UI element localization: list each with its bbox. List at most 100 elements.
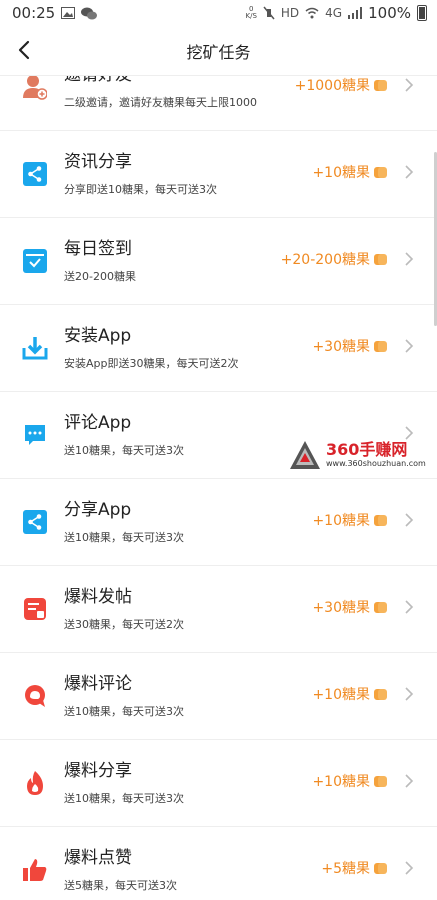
task-reward: +5糖果 (321, 858, 387, 878)
wifi-icon (305, 7, 319, 19)
candy-coin-icon (374, 688, 387, 701)
task-title: 爆料发帖 (64, 587, 132, 607)
task-title: 爆料点赞 (64, 848, 132, 868)
task-description: 送10糖果，每天可送3次 (64, 444, 184, 457)
task-reward: +30糖果 (312, 336, 387, 356)
lte-indicator: 4G (325, 6, 343, 20)
task-reward-amount: +1000糖果 (294, 78, 370, 94)
task-row-tipoff-share[interactable]: 爆料分享 送10糖果，每天可送3次 +10糖果 (0, 740, 437, 827)
watermark: 360手赚网 www.360shouzhuan.com (288, 437, 428, 473)
chevron-right-icon (405, 687, 414, 701)
task-description: 分享即送10糖果，每天可送3次 (64, 183, 217, 196)
wechat-notification-icon (81, 7, 98, 19)
task-row-tipoff-post[interactable]: 爆料发帖 送30糖果，每天可送2次 +30糖果 (0, 566, 437, 653)
task-reward: +10糖果 (312, 684, 387, 704)
task-description: 送5糖果，每天可送3次 (64, 879, 177, 892)
status-time: 00:25 (12, 4, 56, 22)
task-reward-amount: +10糖果 (312, 165, 370, 181)
battery-icon (417, 5, 427, 21)
task-reward-amount: +5糖果 (321, 861, 370, 877)
image-notification-icon (61, 7, 76, 19)
chevron-right-icon (405, 600, 414, 614)
candy-coin-icon (374, 775, 387, 788)
candy-coin-icon (374, 79, 387, 92)
watermark-logo (290, 441, 320, 469)
task-title: 爆料分享 (64, 761, 132, 781)
task-description: 送30糖果，每天可送2次 (64, 618, 184, 631)
watermark-text: 360手赚网 www.360shouzhuan.com (326, 441, 426, 469)
share-icon (22, 509, 48, 535)
comment-icon (22, 422, 48, 448)
comment-bubble-icon (22, 683, 48, 709)
battery-percentage: 100% (368, 4, 411, 22)
calendar-check-icon (22, 248, 48, 274)
task-reward-amount: +30糖果 (312, 600, 370, 616)
task-reward: +20-200糖果 (281, 249, 387, 269)
task-reward: +10糖果 (312, 510, 387, 530)
candy-coin-icon (374, 514, 387, 527)
task-reward: +10糖果 (312, 162, 387, 182)
task-row-invite-friends[interactable]: 邀请好友 二级邀请，邀请好友糖果每天上限1000 +1000糖果 (0, 76, 437, 131)
chevron-right-icon (405, 513, 414, 527)
task-row-news-share[interactable]: 资讯分享 分享即送10糖果，每天可送3次 +10糖果 (0, 131, 437, 218)
task-title: 邀请好友 (64, 76, 132, 85)
task-description: 送10糖果，每天可送3次 (64, 705, 184, 718)
task-row-tipoff-comment[interactable]: 爆料评论 送10糖果，每天可送3次 +10糖果 (0, 653, 437, 740)
candy-coin-icon (374, 166, 387, 179)
chevron-right-icon (405, 252, 414, 266)
watermark-site-name: 360手赚网 (326, 440, 408, 459)
signal-icon (348, 7, 363, 19)
chevron-right-icon (405, 339, 414, 353)
candy-coin-icon (374, 862, 387, 875)
fire-icon (22, 770, 48, 796)
task-reward-amount: +10糖果 (312, 774, 370, 790)
task-description: 送20-200糖果 (64, 270, 136, 283)
status-bar-left: 00:25 (12, 4, 98, 22)
page-title: 挖矿任务 (186, 42, 251, 62)
task-reward-amount: +10糖果 (312, 687, 370, 703)
candy-coin-icon (374, 340, 387, 353)
task-row-share-app[interactable]: 分享App 送10糖果，每天可送3次 +10糖果 (0, 479, 437, 566)
task-title: 每日签到 (64, 239, 132, 259)
chevron-right-icon (405, 774, 414, 788)
task-row-tipoff-like[interactable]: 爆料点赞 送5糖果，每天可送3次 +5糖果 (0, 827, 437, 900)
task-reward-amount: +10糖果 (312, 513, 370, 529)
task-row-daily-checkin[interactable]: 每日签到 送20-200糖果 +20-200糖果 (0, 218, 437, 305)
task-description: 送10糖果，每天可送3次 (64, 792, 184, 805)
navigation-bar: 挖矿任务 (0, 26, 437, 76)
post-icon (22, 596, 48, 622)
task-description: 送10糖果，每天可送3次 (64, 531, 184, 544)
mute-icon (263, 6, 275, 20)
task-title: 安装App (64, 326, 132, 346)
task-reward: +30糖果 (312, 597, 387, 617)
candy-coin-icon (374, 601, 387, 614)
status-bar: 00:25 0 K/S HD 4G 100% (0, 0, 437, 26)
share-icon (22, 161, 48, 187)
chevron-left-icon (18, 40, 30, 60)
task-reward-amount: +30糖果 (312, 339, 370, 355)
task-row-install-app[interactable]: 安装App 安装App即送30糖果，每天可送2次 +30糖果 (0, 305, 437, 392)
task-title: 爆料评论 (64, 674, 132, 694)
chevron-right-icon (405, 78, 414, 92)
chevron-right-icon (405, 861, 414, 875)
candy-coin-icon (374, 253, 387, 266)
task-description: 安装App即送30糖果，每天可送2次 (64, 357, 239, 370)
download-icon (22, 335, 48, 361)
status-bar-right: 0 K/S HD 4G 100% (246, 4, 427, 22)
task-title: 分享App (64, 500, 132, 520)
back-button[interactable] (8, 34, 40, 66)
task-title: 评论App (64, 413, 132, 433)
task-reward: +1000糖果 (295, 76, 387, 95)
invite-friend-icon (22, 76, 48, 100)
hd-indicator: HD (280, 6, 300, 20)
thumbs-up-icon (22, 857, 48, 883)
network-speed-unit: K/S (245, 12, 257, 20)
task-description: 二级邀请，邀请好友糖果每天上限1000 (64, 96, 257, 109)
task-reward: +10糖果 (312, 771, 387, 791)
chevron-right-icon (405, 165, 414, 179)
watermark-url: www.360shouzhuan.com (326, 459, 426, 468)
task-list: 邀请好友 二级邀请，邀请好友糖果每天上限1000 +1000糖果 资讯分享 分享… (0, 76, 437, 900)
network-speed: 0 K/S (246, 6, 257, 20)
task-reward-amount: +20-200糖果 (280, 252, 370, 268)
task-title: 资讯分享 (64, 152, 132, 172)
